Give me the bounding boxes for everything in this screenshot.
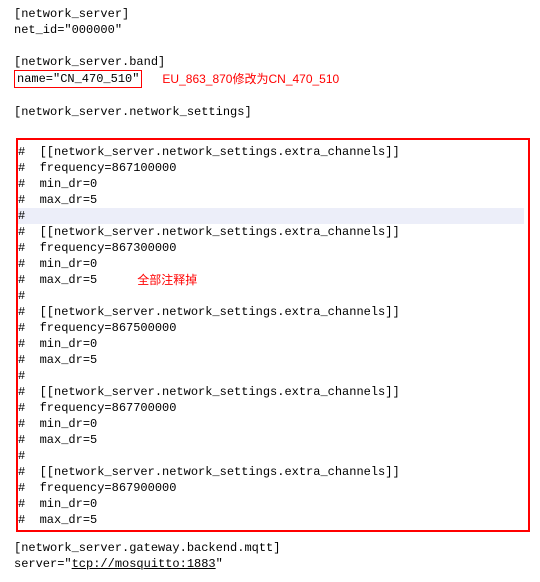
ch0-head: # [[network_server.network_settings.extr… [18, 144, 524, 160]
section-network-server: [network_server] [14, 6, 540, 22]
server-line: server="tcp://mosquitto:1883" [14, 556, 540, 572]
annotation-band: EU_863_870修改为CN_470_510 [162, 71, 339, 87]
extra-channels-box: # [[network_server.network_settings.extr… [16, 138, 530, 532]
ch4-max: # max_dr=5 [18, 512, 524, 528]
highlighted-cursor-line: # [18, 208, 524, 224]
band-name-line: name="CN_470_510" [17, 72, 139, 86]
band-name-row: name="CN_470_510" EU_863_870修改为CN_470_51… [14, 70, 540, 88]
ch2-freq: # frequency=867500000 [18, 320, 524, 336]
ch1-max-row: # max_dr=5 全部注释掉 [18, 272, 524, 288]
blank: # [18, 448, 524, 464]
blank: # [18, 288, 524, 304]
blank [14, 38, 540, 54]
ch2-min: # min_dr=0 [18, 336, 524, 352]
ch3-min: # min_dr=0 [18, 416, 524, 432]
config-file-view: [network_server] net_id="000000" [networ… [0, 0, 540, 582]
ch4-freq: # frequency=867900000 [18, 480, 524, 496]
ch0-freq: # frequency=867100000 [18, 160, 524, 176]
ch1-min: # min_dr=0 [18, 256, 524, 272]
ch2-max: # max_dr=5 [18, 352, 524, 368]
annotation-comment-all: 全部注释掉 [137, 272, 197, 288]
ch4-min: # min_dr=0 [18, 496, 524, 512]
ch4-head: # [[network_server.network_settings.extr… [18, 464, 524, 480]
blank [14, 88, 540, 104]
band-name-box: name="CN_470_510" [14, 70, 142, 88]
ch0-min: # min_dr=0 [18, 176, 524, 192]
ch2-head: # [[network_server.network_settings.extr… [18, 304, 524, 320]
ch0-max: # max_dr=5 [18, 192, 524, 208]
ch1-head: # [[network_server.network_settings.extr… [18, 224, 524, 240]
ch1-freq: # frequency=867300000 [18, 240, 524, 256]
ch3-max: # max_dr=5 [18, 432, 524, 448]
ch3-head: # [[network_server.network_settings.extr… [18, 384, 524, 400]
section-mqtt: [network_server.gateway.backend.mqtt] [14, 540, 540, 556]
blank: # [18, 368, 524, 384]
net-id-line: net_id="000000" [14, 22, 540, 38]
section-band: [network_server.band] [14, 54, 540, 70]
ch3-freq: # frequency=867700000 [18, 400, 524, 416]
blank [14, 120, 540, 136]
section-network-settings: [network_server.network_settings] [14, 104, 540, 120]
